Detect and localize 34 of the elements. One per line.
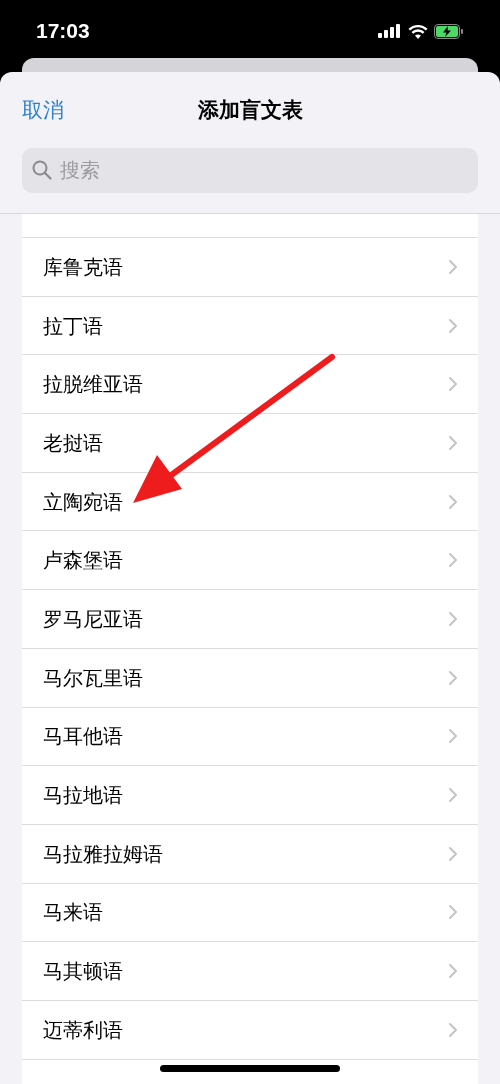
language-row[interactable]: 卢森堡语 <box>22 531 478 591</box>
chevron-icon <box>448 845 458 862</box>
chevron-icon <box>448 434 458 451</box>
chevron-icon <box>448 963 458 980</box>
language-row[interactable]: 迈蒂利语 <box>22 1000 478 1060</box>
chevron-icon <box>448 552 458 569</box>
language-row[interactable]: 拉脱维亚语 <box>22 355 478 415</box>
sheet-title: 添加盲文表 <box>197 97 303 124</box>
cancel-button[interactable]: 取消 <box>22 94 64 126</box>
wifi-icon <box>408 23 428 39</box>
chevron-icon <box>448 904 458 921</box>
language-row[interactable]: 马耳他语 <box>22 707 478 767</box>
chevron-icon <box>448 787 458 804</box>
language-row[interactable]: 马来语 <box>22 883 478 943</box>
search-field[interactable]: 搜索 <box>22 148 478 193</box>
chevron-icon <box>448 669 458 686</box>
battery-charging-icon <box>434 23 464 39</box>
chevron-icon <box>448 728 458 745</box>
language-row[interactable]: 马其顿语 <box>22 942 478 1001</box>
chevron-icon <box>448 1021 458 1038</box>
language-row[interactable]: 库鲁克语 <box>22 238 478 297</box>
search-icon <box>32 160 52 180</box>
chevron-icon <box>448 317 458 334</box>
chevron-icon <box>448 493 458 510</box>
chevron-icon <box>448 610 458 627</box>
signal-icon <box>378 24 402 38</box>
status-time: 17:03 <box>36 18 90 45</box>
language-row[interactable]: 罗马尼亚语 <box>22 590 478 649</box>
language-row[interactable]: 马拉雅拉姆语 <box>22 824 478 884</box>
language-row[interactable]: 拉丁语 <box>22 296 478 356</box>
language-row[interactable]: 马尔瓦里语 <box>22 648 478 708</box>
language-row[interactable]: 马拉地语 <box>22 766 478 825</box>
chevron-icon <box>448 258 458 275</box>
chevron-icon <box>448 376 458 393</box>
